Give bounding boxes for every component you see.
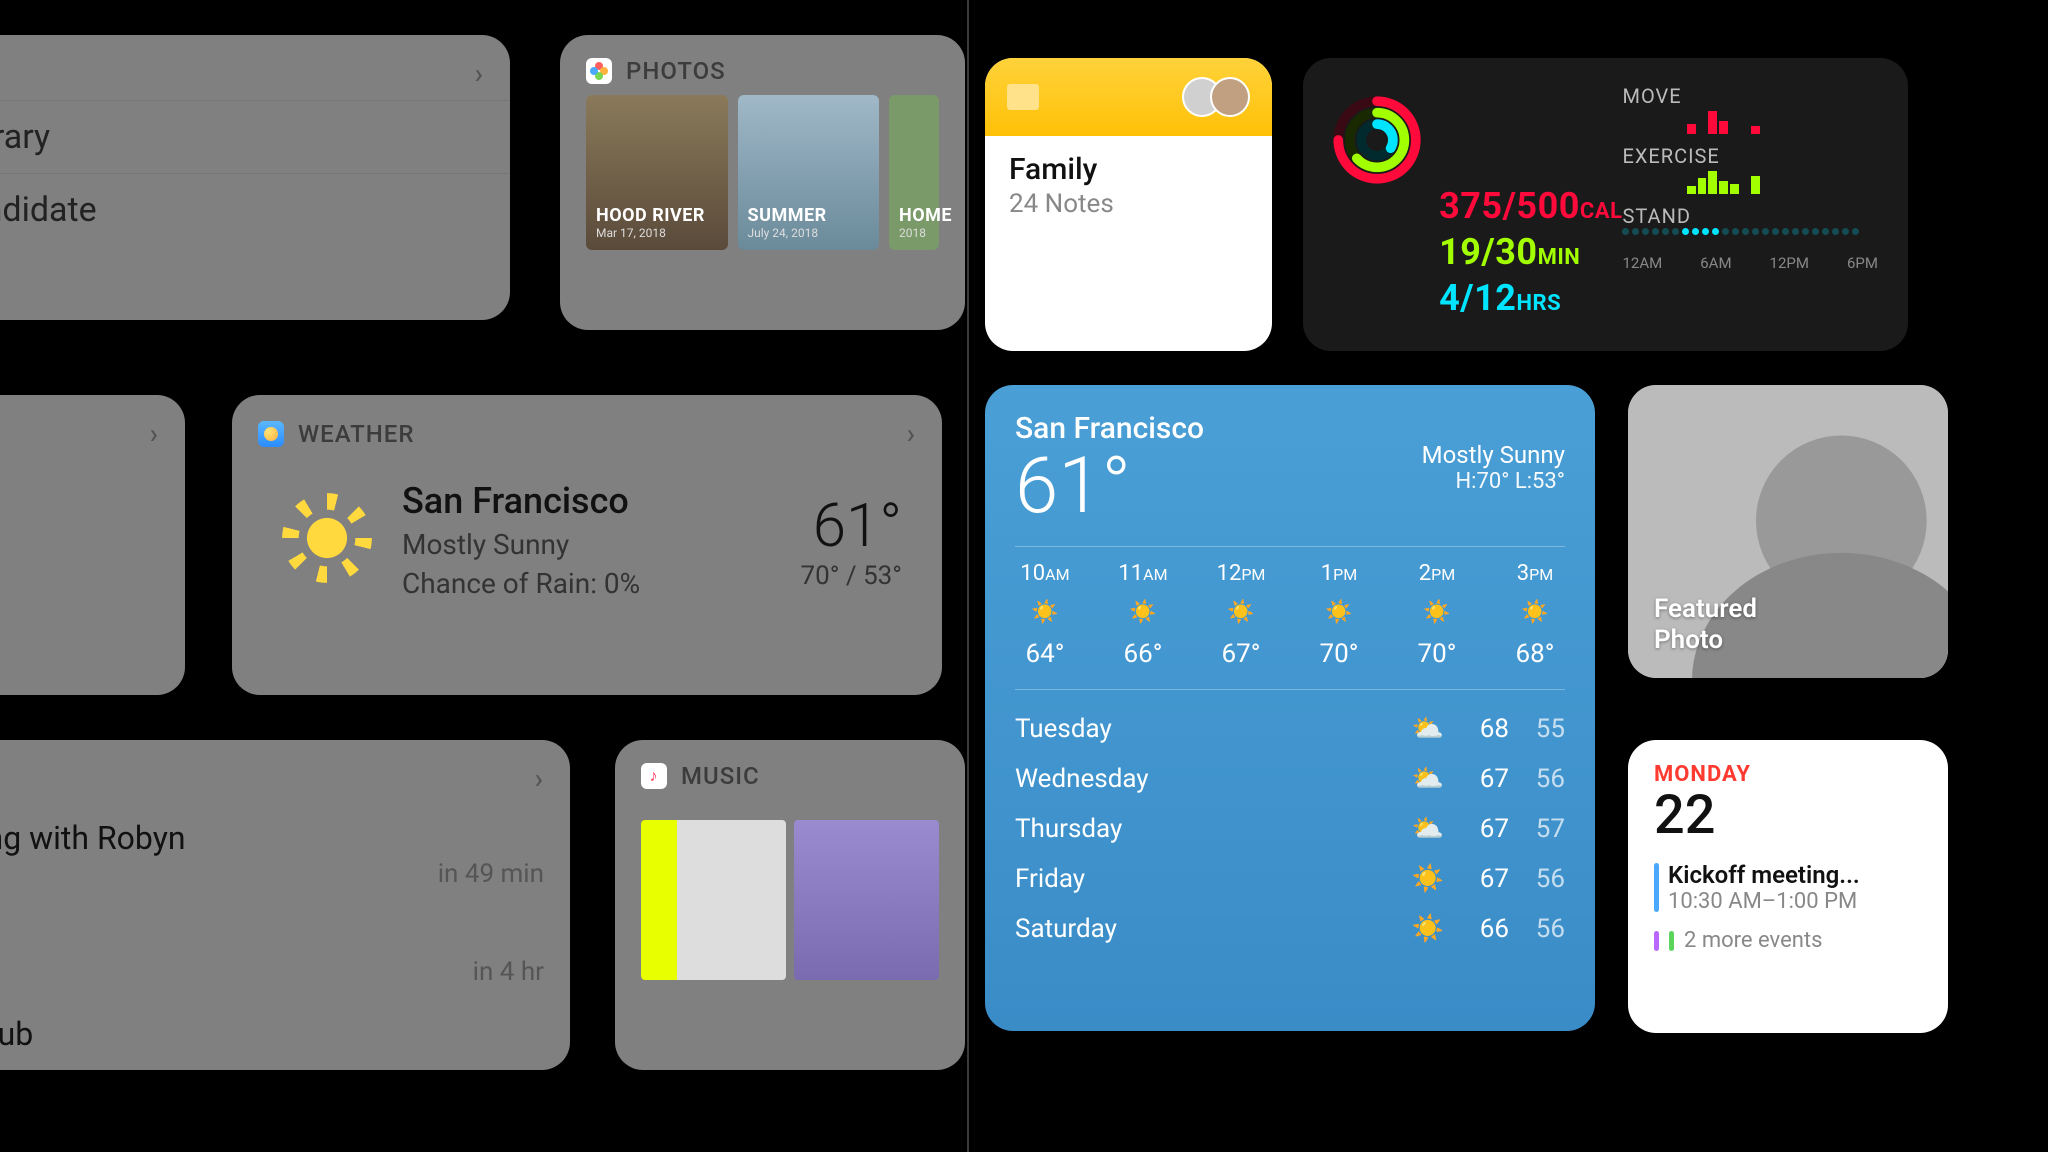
calendar-event[interactable]: Girls coding club bbox=[0, 1001, 570, 1067]
calendar-more[interactable]: 2 more events bbox=[1654, 928, 1922, 953]
reminders-widget[interactable]: › ff books at library ew design candidat… bbox=[0, 35, 510, 320]
weather-hilo: 70° / 53° bbox=[801, 561, 903, 591]
sun-icon bbox=[292, 503, 362, 573]
weather-temp: 61° bbox=[801, 490, 903, 561]
weather-widget-legacy[interactable]: WEATHER › San Francisco Mostly Sunny Cha… bbox=[232, 395, 942, 695]
chevron-right-icon: › bbox=[475, 57, 484, 90]
calendar-event[interactable]: Kickoff meeting with Robyn in 49 min bbox=[0, 805, 570, 903]
weather-widget[interactable]: San Francisco 61° Mostly Sunny H:70° L:5… bbox=[985, 385, 1595, 1031]
calendar-event[interactable]: Bike tune-up in 4 hr bbox=[0, 903, 570, 1001]
photo-album[interactable]: HOME 2018 bbox=[889, 95, 939, 250]
photo-album[interactable]: SUMMER July 24, 2018 bbox=[738, 95, 880, 250]
music-icon: ♪ bbox=[641, 763, 667, 789]
avatars bbox=[1194, 77, 1250, 117]
music-title: MUSIC bbox=[681, 762, 760, 790]
calendar-date: 22 bbox=[1654, 789, 1922, 843]
weather-temp: 61° bbox=[1015, 448, 1204, 526]
stand-label: STAND bbox=[1622, 204, 1878, 228]
weather-condition: Mostly Sunny bbox=[402, 528, 640, 561]
featured-photo: Featured Photo bbox=[1628, 385, 1948, 678]
weather-title: WEATHER bbox=[298, 420, 414, 448]
aqi-text: oderate bbox=[0, 460, 185, 555]
color-dot bbox=[1669, 931, 1674, 951]
aqi-widget[interactable]: › oderate bbox=[0, 395, 185, 695]
calendar-event[interactable]: Kickoff meeting... 10:30 AM–1:00 PM bbox=[1654, 861, 1922, 914]
time-axis: 12AM 6AM 12PM 6PM bbox=[1622, 254, 1878, 272]
weather-rain: Chance of Rain: 0% bbox=[402, 567, 640, 600]
chevron-right-icon: › bbox=[150, 417, 159, 450]
music-widget-legacy[interactable]: ♪ MUSIC bbox=[615, 740, 965, 1070]
photos-widget[interactable]: PHOTOS HOOD RIVER Mar 17, 2018 SUMMER Ju… bbox=[560, 35, 965, 330]
music-header: ♪ MUSIC bbox=[615, 740, 965, 800]
featured-photo-widget[interactable]: Featured Photo bbox=[1628, 385, 1948, 678]
aqi-header: › bbox=[0, 395, 185, 460]
featured-caption: Featured Photo bbox=[1654, 594, 1757, 656]
weather-condition: Mostly Sunny H:70° L:53° bbox=[1422, 441, 1565, 494]
notes-widget[interactable]: Family 24 Notes bbox=[985, 58, 1272, 351]
reminder-item[interactable]: ew design candidate bbox=[0, 173, 510, 246]
album-art[interactable] bbox=[794, 820, 939, 980]
photo-album[interactable]: HOOD RIVER Mar 17, 2018 bbox=[586, 95, 728, 250]
exercise-bars bbox=[1622, 168, 1878, 194]
photos-header: PHOTOS bbox=[560, 35, 965, 95]
photos-title: PHOTOS bbox=[626, 57, 726, 85]
reminder-item[interactable]: ff books at library bbox=[0, 100, 510, 173]
notes-count: 24 Notes bbox=[1009, 189, 1248, 219]
folder-icon bbox=[1007, 84, 1039, 110]
move-stat: 375/500CAL bbox=[1439, 185, 1622, 227]
move-label: MOVE bbox=[1622, 84, 1878, 108]
weather-header: WEATHER › bbox=[232, 395, 942, 460]
weather-icon bbox=[258, 421, 284, 447]
chevron-right-icon: › bbox=[907, 417, 916, 450]
calendar-widget[interactable]: MONDAY 22 Kickoff meeting... 10:30 AM–1:… bbox=[1628, 740, 1948, 1033]
calendar-widget-legacy[interactable]: NDAR › Kickoff meeting with Robyn in 49 … bbox=[0, 740, 570, 1070]
activity-rings-icon bbox=[1333, 90, 1421, 190]
chevron-right-icon: › bbox=[535, 762, 544, 795]
notes-title: Family bbox=[1009, 152, 1248, 187]
album-art[interactable] bbox=[641, 820, 786, 980]
calendar-header: NDAR › bbox=[0, 740, 570, 805]
stand-stat: 4/12HRS bbox=[1439, 277, 1622, 319]
photos-icon bbox=[586, 58, 612, 84]
daily-forecast: Tuesday⛅6855 Wednesday⛅6756 Thursday⛅675… bbox=[1015, 704, 1565, 954]
exercise-stat: 19/30MIN bbox=[1439, 231, 1622, 273]
exercise-label: EXERCISE bbox=[1622, 144, 1878, 168]
color-dot bbox=[1654, 931, 1659, 951]
divider bbox=[967, 0, 969, 1152]
reminders-header: › bbox=[0, 35, 510, 100]
notes-bar bbox=[985, 58, 1272, 136]
hourly-forecast: 10AM☀️64° 11AM☀️66° 12PM☀️67° 1PM☀️70° 2… bbox=[1015, 561, 1565, 669]
stand-dots bbox=[1622, 228, 1878, 242]
move-bars bbox=[1622, 108, 1878, 134]
weather-city: San Francisco bbox=[402, 480, 640, 522]
fitness-widget[interactable]: 375/500CAL 19/30MIN 4/12HRS MOVE EXERCIS… bbox=[1303, 58, 1908, 351]
